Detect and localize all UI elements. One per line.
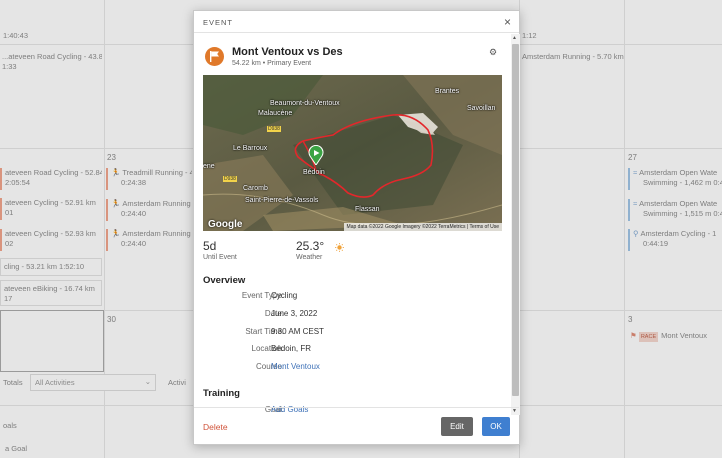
event-subtitle: 54.22 km • Primary Event	[232, 60, 312, 67]
start-marker-icon[interactable]	[308, 144, 324, 166]
map-imagery	[203, 75, 502, 231]
road-sign: D938	[267, 126, 281, 132]
map-place-label: Brantes	[435, 88, 460, 95]
event-type-value: Cycling	[271, 291, 298, 300]
until-event-stat: 5d Until Event	[203, 239, 237, 261]
map-place-label: Savoillan	[467, 105, 496, 112]
modal-header: EVENT ×	[194, 11, 519, 33]
map-place-label: Caromb	[243, 185, 268, 192]
ok-button[interactable]: OK	[482, 417, 510, 436]
google-logo: Google	[208, 219, 243, 230]
modal-title: EVENT	[203, 18, 234, 27]
scroll-up-arrow-icon[interactable]: ▲	[512, 35, 517, 41]
weather-stat: 25.3° Weather	[296, 239, 324, 261]
scrollbar-thumb[interactable]	[512, 44, 519, 396]
course-map[interactable]: Brantes Savoillan Beaumont-du-Ventoux Ma…	[203, 75, 502, 231]
edit-button[interactable]: Edit	[441, 417, 473, 436]
until-event-value: 5d	[203, 239, 217, 253]
map-place-label: Flassan	[355, 206, 380, 213]
delete-button[interactable]: Delete	[203, 422, 228, 432]
map-attribution[interactable]: Map data ©2022 Google Imagery ©2022 Terr…	[343, 223, 502, 231]
weather-label: Weather	[296, 254, 323, 261]
location-value: Bédoin, FR	[271, 344, 312, 353]
map-place-label: Bédoin	[303, 169, 325, 176]
modal-footer: Delete Edit OK	[194, 407, 519, 446]
training-heading: Training	[203, 388, 240, 399]
event-name: Mont Ventoux vs Des	[232, 46, 343, 58]
weather-value: 25.3°	[296, 239, 325, 253]
map-place-label: Le Barroux	[233, 145, 268, 152]
event-modal: EVENT × Mont Ventoux vs Des 54.22 km • P…	[193, 10, 520, 445]
sun-icon	[335, 243, 344, 252]
flag-icon	[205, 47, 224, 66]
close-icon[interactable]: ×	[504, 15, 511, 29]
overview-heading: Overview	[203, 275, 246, 286]
map-place-label: Saint-Pierre-de-Vassols	[245, 197, 319, 204]
date-value: June 3, 2022	[271, 309, 318, 318]
map-place-label: Beaumont-du-Ventoux	[270, 100, 340, 107]
until-event-label: Until Event	[203, 254, 237, 261]
road-sign: D938	[223, 176, 237, 182]
gear-icon[interactable]: ⚙	[489, 47, 497, 58]
course-link[interactable]: Mont Ventoux	[271, 362, 320, 371]
map-place-label: ene	[203, 163, 215, 170]
modal-body[interactable]: Mont Ventoux vs Des 54.22 km • Primary E…	[194, 34, 512, 415]
modal-scrollbar[interactable]: ▲ ▼	[511, 34, 520, 415]
start-time-value: 9:30 AM CEST	[271, 327, 324, 336]
map-place-label: Malaucène	[258, 110, 293, 117]
